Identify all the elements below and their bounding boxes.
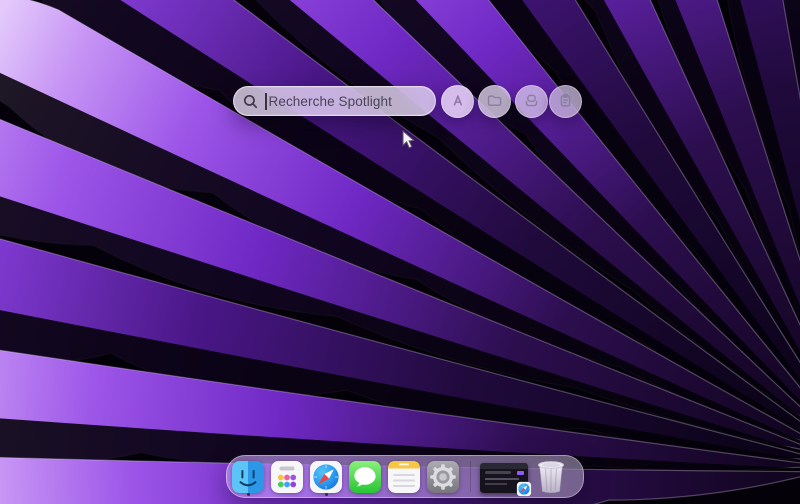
dock-item-safari[interactable] [308, 459, 344, 495]
desktop: Recherche Spotlight [0, 0, 800, 504]
folder-icon [485, 91, 504, 113]
apps-grid-icon [269, 459, 305, 495]
text-caret [265, 92, 267, 110]
system-settings-icon [425, 459, 461, 495]
window-addressbar [485, 471, 511, 474]
dock-item-apps[interactable] [269, 459, 305, 495]
messages-icon [347, 459, 383, 495]
actions-button[interactable] [515, 85, 548, 118]
wallpaper [0, 0, 800, 504]
spotlight-search-input[interactable]: Recherche Spotlight [233, 86, 436, 116]
dock-item-messages[interactable] [347, 459, 383, 495]
applications-button[interactable] [441, 85, 474, 118]
applications-icon [448, 91, 467, 113]
clipboard-icon [556, 91, 575, 113]
dock-item-notes[interactable] [386, 459, 422, 495]
trash-icon [536, 461, 566, 499]
finder-icon [230, 459, 266, 495]
minimized-safari-window[interactable] [480, 463, 528, 493]
window-titlebar [480, 463, 528, 469]
safari-badge-icon [516, 481, 532, 497]
stack-icon [522, 91, 541, 113]
files-button[interactable] [478, 85, 511, 118]
notes-icon [386, 459, 422, 495]
running-indicator-safari [324, 492, 328, 496]
running-indicator-finder [246, 492, 250, 496]
dock-separator [470, 461, 471, 492]
spotlight-placeholder: Recherche Spotlight [268, 93, 392, 109]
safari-icon [308, 459, 344, 495]
search-icon [243, 94, 258, 109]
dock-item-trash[interactable] [536, 460, 566, 495]
clipboard-button[interactable] [549, 85, 582, 118]
dock-item-system-settings[interactable] [425, 459, 461, 495]
dock-item-finder[interactable] [230, 459, 266, 495]
